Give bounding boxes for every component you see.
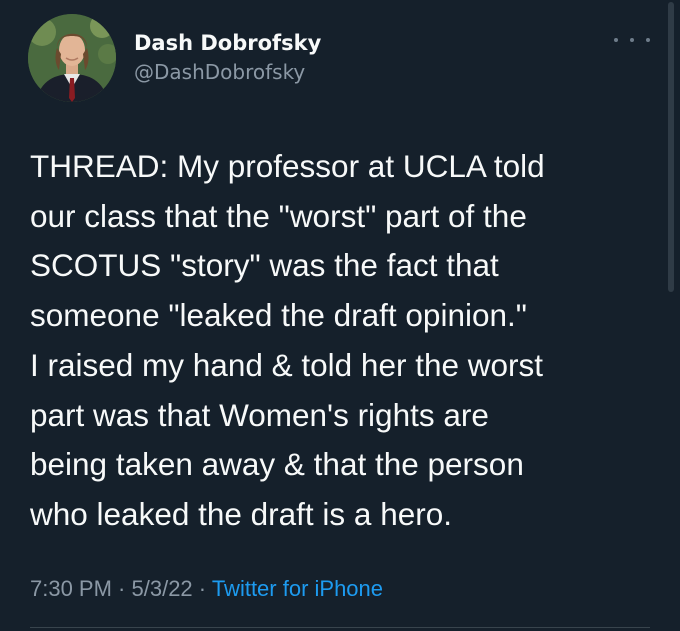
- tweet: Dash Dobrofsky @DashDobrofsky THREAD: My…: [0, 0, 680, 631]
- more-horizontal-icon-dot: [630, 38, 634, 42]
- tweet-text-line: THREAD: My professor at UCLA told: [30, 148, 545, 184]
- tweet-text: THREAD: My professor at UCLA told our cl…: [30, 142, 650, 540]
- more-horizontal-icon-dot: [646, 38, 650, 42]
- meta-separator: ·: [111, 576, 132, 601]
- tweet-text-line: our class that the "worst" part of the: [30, 197, 527, 234]
- more-horizontal-icon-dot: [614, 38, 618, 42]
- scrollbar-thumb[interactable]: [668, 2, 674, 292]
- tweet-text-line: being taken away & that the person: [30, 446, 524, 483]
- display-name[interactable]: Dash Dobrofsky: [134, 30, 321, 56]
- author-block[interactable]: Dash Dobrofsky @DashDobrofsky: [134, 30, 321, 86]
- user-handle[interactable]: @DashDobrofsky: [134, 58, 321, 86]
- avatar-photo: [28, 14, 116, 102]
- tweet-text-line: SCOTUS "story" was the fact that: [30, 247, 499, 284]
- tweet-meta: 7:30 PM · 5/3/22 · Twitter for iPhone: [30, 574, 383, 604]
- tweet-text-line: someone "leaked the draft opinion.": [30, 297, 527, 334]
- tweet-date[interactable]: 5/3/22: [132, 576, 193, 601]
- tweet-text-line: who leaked the draft is a hero.: [30, 495, 453, 532]
- avatar[interactable]: [28, 14, 116, 102]
- meta-separator: ·: [192, 576, 212, 601]
- divider: [30, 627, 650, 628]
- tweet-text-line: part was that Women's rights are: [30, 396, 489, 433]
- tweet-text-line: I raised my hand & told her the worst: [30, 346, 543, 383]
- more-options-button[interactable]: [614, 30, 650, 50]
- scrollbar[interactable]: [668, 0, 674, 631]
- tweet-time[interactable]: 7:30 PM: [30, 576, 112, 601]
- tweet-source-link[interactable]: Twitter for iPhone: [212, 576, 383, 601]
